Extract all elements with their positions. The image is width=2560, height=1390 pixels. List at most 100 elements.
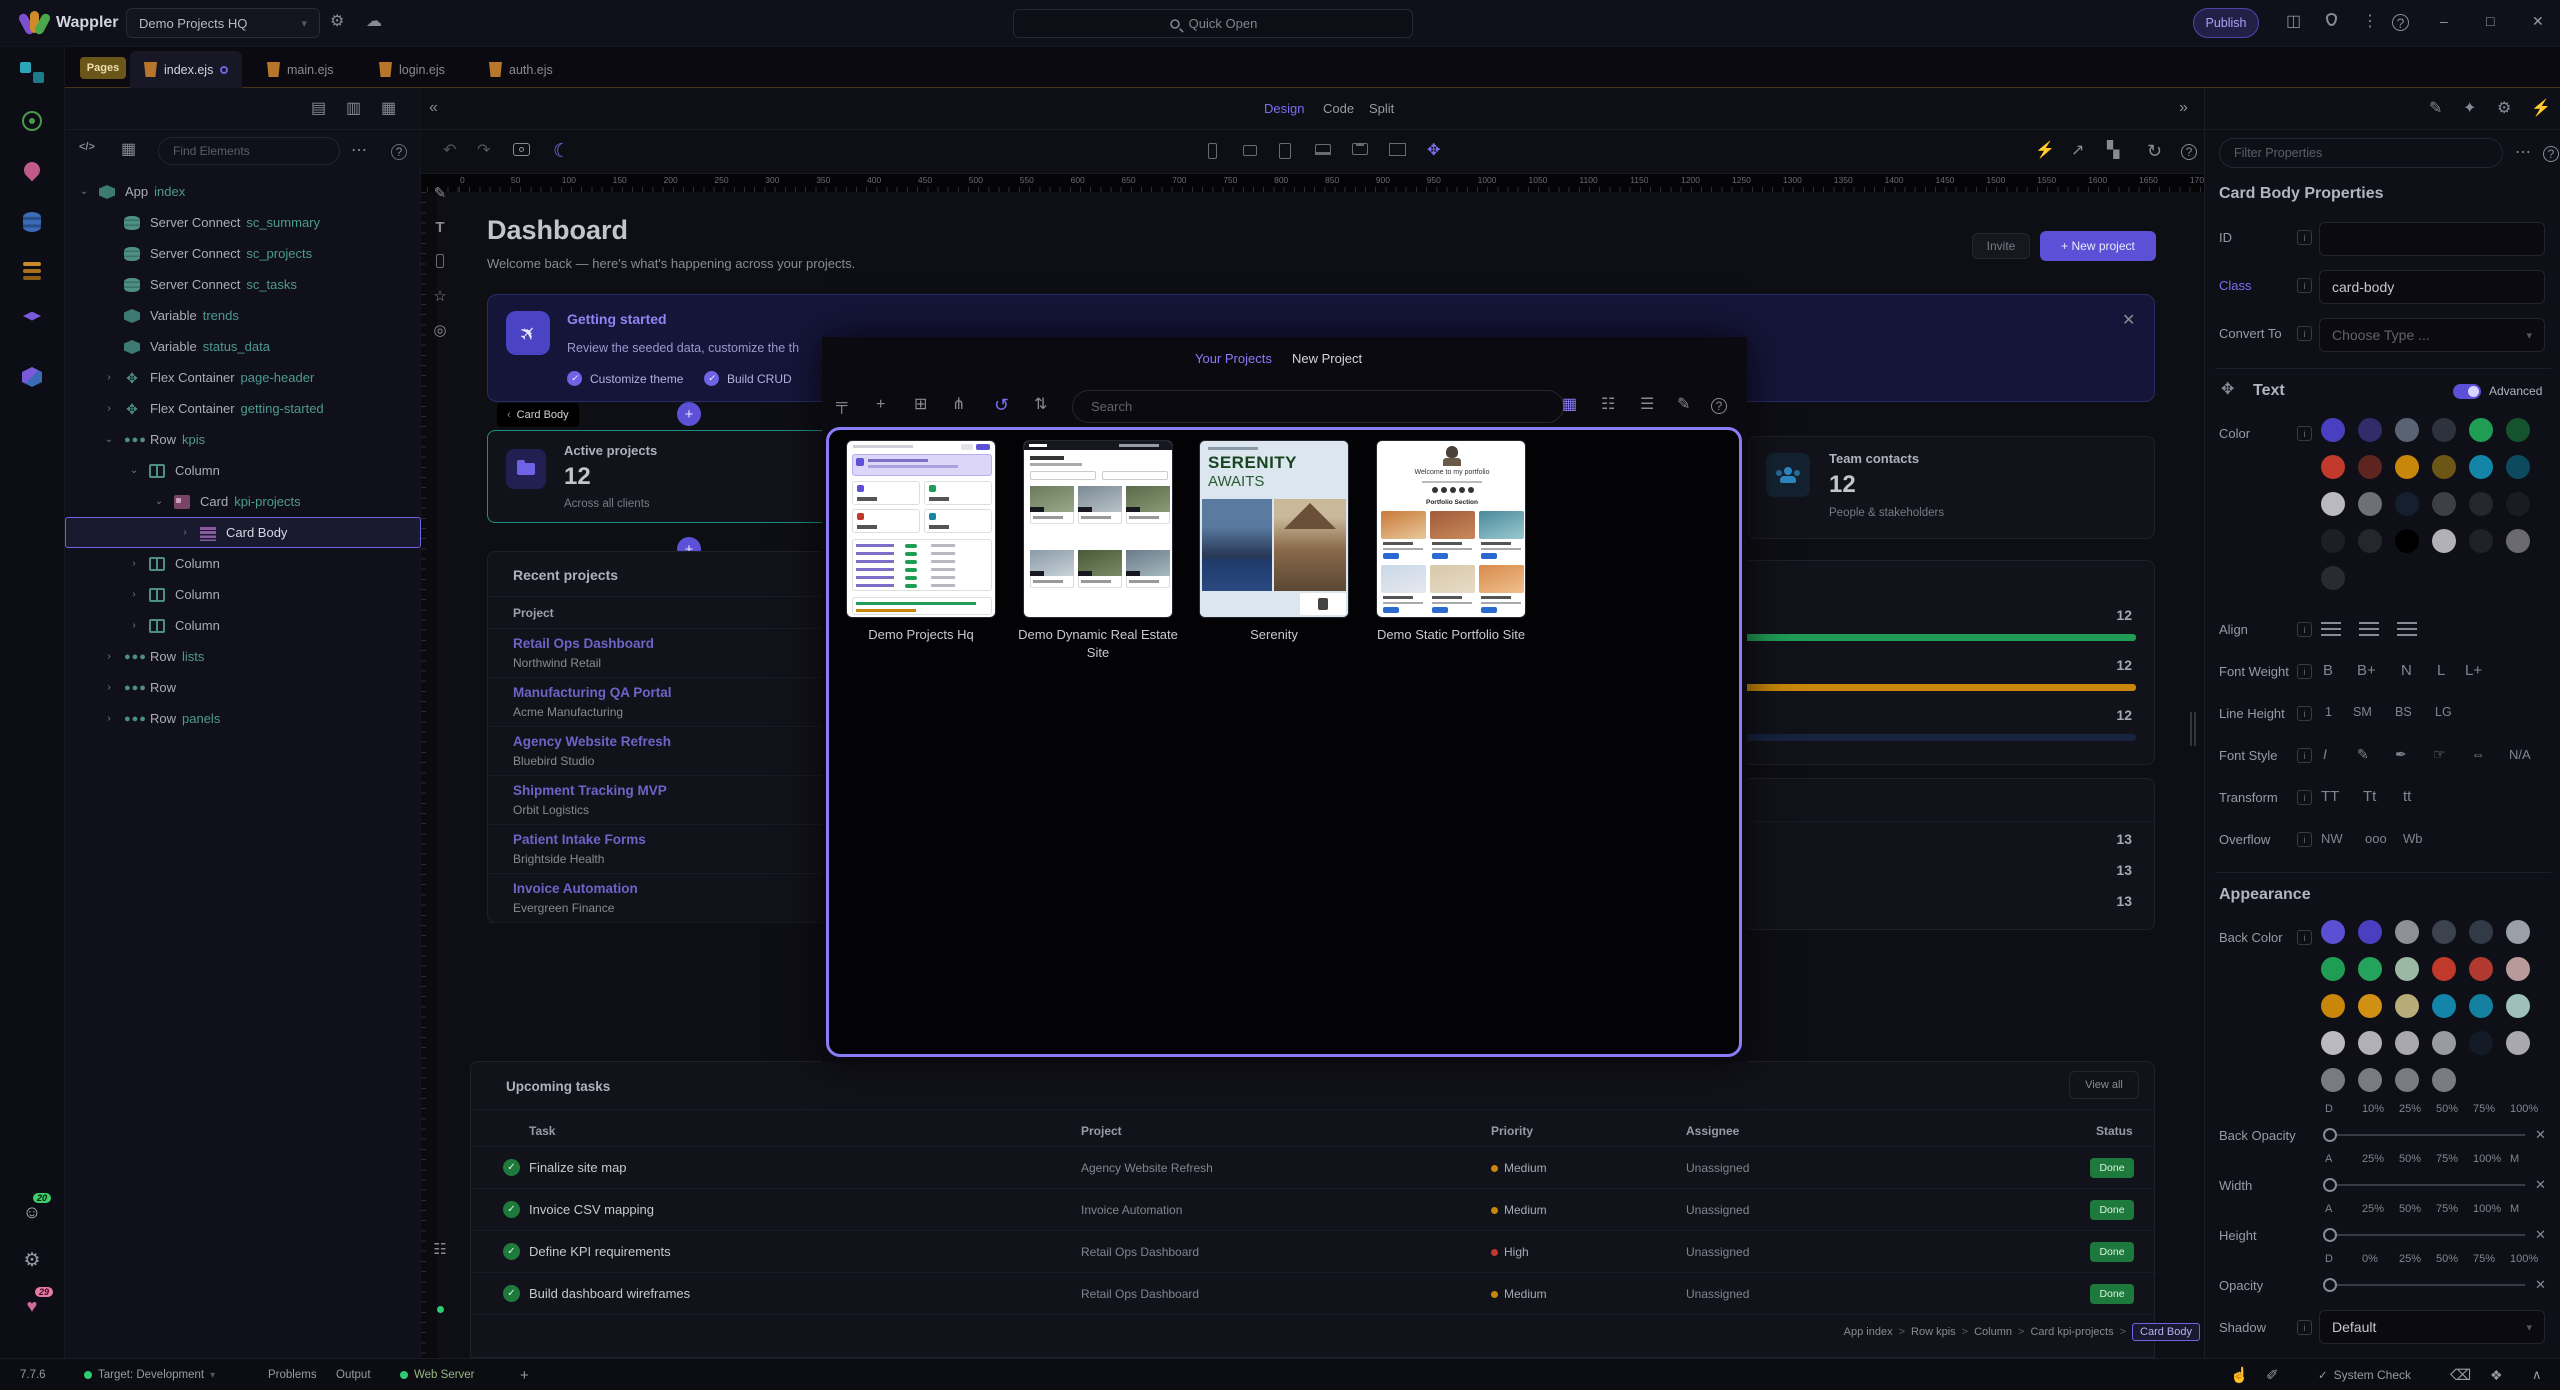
expander-icon[interactable]: ⌄ xyxy=(152,496,166,507)
tree-item-row-kpis[interactable]: ⌄ ●●● Row kpis xyxy=(65,424,421,455)
color-swatch[interactable] xyxy=(2395,1031,2419,1055)
canvas-help-icon[interactable]: ? xyxy=(2181,144,2197,160)
recent-project-row[interactable]: Patient Intake Forms Brightside Health xyxy=(488,825,840,874)
project-search-input[interactable] xyxy=(1072,390,1564,423)
assistant-robot-icon[interactable]: ☺ 20 xyxy=(17,1197,47,1227)
problems-button[interactable]: Problems xyxy=(268,1359,317,1390)
qr-preview-icon[interactable]: ▚ xyxy=(2107,143,2119,159)
color-swatch[interactable] xyxy=(2395,994,2419,1018)
option-bs[interactable]: BS xyxy=(2395,705,2412,719)
color-swatch[interactable] xyxy=(2358,1068,2382,1092)
tree-item-server-connect-sc-summary[interactable]: Server Connect sc_summary xyxy=(65,207,421,238)
color-swatch[interactable] xyxy=(2432,418,2456,442)
color-swatch[interactable] xyxy=(2358,455,2382,479)
tree-item-column[interactable]: ⌄ Column xyxy=(65,455,421,486)
info-icon[interactable]: i xyxy=(2297,664,2312,679)
new-project-button[interactable]: + New project xyxy=(2040,231,2156,261)
color-swatch[interactable] xyxy=(2432,492,2456,516)
color-swatch[interactable] xyxy=(2321,1068,2345,1092)
expander-icon[interactable]: › xyxy=(102,403,116,414)
color-swatch[interactable] xyxy=(2358,994,2382,1018)
sort-icon[interactable]: ⇅ xyxy=(1034,397,1047,413)
idea-bulb-icon[interactable]: ☆ xyxy=(427,283,453,309)
hand-icon[interactable]: ☞ xyxy=(2433,746,2446,763)
refresh-icon[interactable]: ↻ xyxy=(2147,142,2162,160)
color-swatch[interactable] xyxy=(2506,418,2530,442)
color-swatch[interactable] xyxy=(2358,920,2382,944)
tree-item-app-index[interactable]: ⌄ App index xyxy=(65,176,421,207)
option-tt[interactable]: Tt xyxy=(2363,788,2376,805)
color-swatch[interactable] xyxy=(2358,1031,2382,1055)
expander-icon[interactable]: ⌄ xyxy=(102,434,116,445)
breadcrumb-item[interactable]: Column xyxy=(1974,1326,2012,1338)
tab-new-project[interactable]: New Project xyxy=(1292,351,1362,366)
help-icon[interactable]: ? xyxy=(2392,14,2409,31)
option-b[interactable]: B xyxy=(2323,662,2333,679)
visibility-eye-icon[interactable]: ◎ xyxy=(427,317,453,343)
info-icon[interactable]: i xyxy=(2297,622,2312,637)
convert-to-select[interactable]: Choose Type ... ▾ xyxy=(2319,318,2545,352)
color-swatch[interactable] xyxy=(2506,1031,2530,1055)
project-name-link[interactable]: Manufacturing QA Portal xyxy=(513,685,672,700)
project-name-link[interactable]: Agency Website Refresh xyxy=(513,734,671,749)
kpi-card-team-contacts[interactable]: Team contacts 12 People & stakeholders xyxy=(1748,436,2155,539)
move-resize-icon[interactable]: ✥ xyxy=(1427,143,1440,159)
color-swatch[interactable] xyxy=(2432,529,2456,553)
file-tab-main.ejs[interactable]: main.ejs xyxy=(253,51,348,88)
pen-icon[interactable]: ✒ xyxy=(2395,746,2407,763)
branch-icon[interactable]: ⋔ xyxy=(952,397,965,413)
color-swatch[interactable] xyxy=(2395,418,2419,442)
color-swatch[interactable] xyxy=(2469,1031,2493,1055)
community-heart-icon[interactable]: ♥ 29 xyxy=(17,1291,47,1321)
split-view-icon[interactable]: ◫ xyxy=(2286,14,2301,30)
class-input[interactable]: card-body xyxy=(2319,270,2545,304)
tree-item-flex-container-page-header[interactable]: › ✥ Flex Container page-header xyxy=(65,362,421,393)
tree-item-variable-trends[interactable]: Variable trends xyxy=(65,300,421,331)
tree-item-variable-status-data[interactable]: Variable status_data xyxy=(65,331,421,362)
cleanup-brush-icon[interactable]: ✐ xyxy=(2266,1359,2279,1390)
option-l[interactable]: L xyxy=(2437,662,2445,679)
props-more-icon[interactable]: ⋯ xyxy=(2515,145,2531,161)
option-lg[interactable]: LG xyxy=(2435,705,2452,719)
task-row[interactable]: ✓ Define KPI requirements Retail Ops Das… xyxy=(471,1231,2156,1273)
add-element-button[interactable]: + xyxy=(677,402,701,426)
add-icon[interactable]: + xyxy=(876,397,885,413)
sliders-icon[interactable]: ⚙ xyxy=(2497,101,2511,117)
expander-icon[interactable]: › xyxy=(102,651,116,662)
output-button[interactable]: Output xyxy=(336,1359,371,1390)
option-b[interactable]: B+ xyxy=(2357,662,2376,679)
pin-marker-icon[interactable] xyxy=(17,155,47,185)
expander-icon[interactable]: › xyxy=(127,589,141,600)
font-style-na[interactable]: N/A xyxy=(2509,747,2531,762)
collapse-left-icon[interactable]: « xyxy=(429,100,438,116)
project-thumbnail[interactable] xyxy=(846,440,996,618)
scrollbar-handle[interactable] xyxy=(2190,712,2196,746)
minimize-button[interactable]: ‒ xyxy=(2440,14,2448,28)
clear-icon[interactable]: ✕ xyxy=(2535,1127,2546,1143)
option-l[interactable]: L+ xyxy=(2465,662,2482,679)
device-desktop-icon[interactable] xyxy=(1352,143,1368,155)
highlighter-icon[interactable]: ✎ xyxy=(2357,746,2369,763)
info-icon[interactable]: i xyxy=(2297,326,2312,341)
info-icon[interactable]: i xyxy=(2297,706,2312,721)
settings-gear-icon[interactable]: ⚙ xyxy=(330,14,344,30)
blocks-icon[interactable] xyxy=(17,57,47,87)
drag-handle-icon[interactable]: ✥ xyxy=(2221,382,2234,398)
clear-icon[interactable]: ✕ xyxy=(2535,1277,2546,1293)
props-help-icon[interactable]: ? xyxy=(2543,146,2559,162)
color-swatch[interactable] xyxy=(2506,455,2530,479)
system-check-button[interactable]: ✓ System Check xyxy=(2318,1359,2411,1390)
color-swatch[interactable] xyxy=(2321,492,2345,516)
option-wb[interactable]: Wb xyxy=(2403,831,2423,846)
redo-icon[interactable]: ↷ xyxy=(477,143,490,159)
color-swatch[interactable] xyxy=(2506,994,2530,1018)
tree-item-column[interactable]: › Column xyxy=(65,579,421,610)
color-swatch[interactable] xyxy=(2432,1068,2456,1092)
rows-view-icon[interactable]: ▦ xyxy=(381,101,396,117)
slider-knob[interactable] xyxy=(2323,1178,2337,1192)
project-name-link[interactable]: Retail Ops Dashboard xyxy=(513,636,654,651)
invite-button[interactable]: Invite xyxy=(1972,233,2030,259)
project-thumbnail[interactable]: Welcome to my portfolio Portfolio Sectio… xyxy=(1376,440,1526,618)
cloud-download-icon[interactable]: ☁ xyxy=(366,14,382,30)
selected-element-tag[interactable]: ‹ Card Body xyxy=(497,403,579,427)
